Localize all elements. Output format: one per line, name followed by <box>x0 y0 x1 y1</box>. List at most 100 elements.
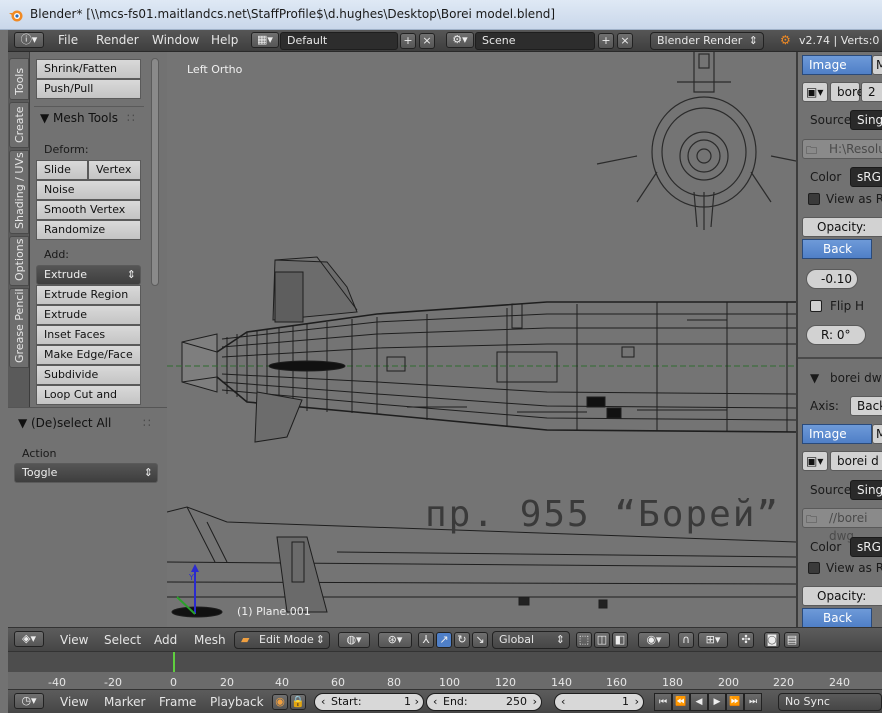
noise-button[interactable]: Noise <box>36 180 141 200</box>
extrude-individual-button[interactable]: Extrude Individual <box>36 305 141 339</box>
edge-select-icon[interactable]: ◫ <box>594 632 610 648</box>
source-dropdown-2[interactable]: Singl <box>850 480 882 500</box>
menu-help[interactable]: Help <box>211 33 238 47</box>
movie-tab-button-2[interactable]: M <box>872 424 882 444</box>
menu-select[interactable]: Select <box>104 633 141 647</box>
panel-drag-icon[interactable]: ∷ <box>143 416 151 430</box>
tab-shading-uvs[interactable]: Shading / UVs <box>9 150 29 234</box>
color-space-dropdown[interactable]: sRGB <box>850 167 882 187</box>
prev-keyframe-icon[interactable]: ⏪ <box>672 693 690 711</box>
randomize-button[interactable]: Randomize <box>36 220 141 240</box>
delete-screen-icon[interactable]: × <box>419 33 435 49</box>
translate-manipulator-icon[interactable]: ↗ <box>436 632 452 648</box>
menu-window[interactable]: Window <box>152 33 199 47</box>
next-keyframe-icon[interactable]: ⏩ <box>726 693 744 711</box>
image2-panel-name[interactable]: borei dwg.j <box>830 371 882 385</box>
toolshelf-scrollbar[interactable] <box>151 58 159 286</box>
back-button-2[interactable]: Back <box>802 608 872 627</box>
mesh-tools-triangle-icon[interactable]: ▼ <box>40 111 49 125</box>
render-still-icon[interactable]: ◙ <box>764 632 780 648</box>
start-frame-field[interactable]: ‹ Start: 1 › <box>314 693 424 711</box>
menu-mesh[interactable]: Mesh <box>194 633 226 647</box>
color-space-dropdown-2[interactable]: sRGB <box>850 537 882 557</box>
image-tab-button-2[interactable]: Image <box>802 424 872 444</box>
slide-vertex-button[interactable]: Vertex <box>88 160 141 180</box>
extrude-region-button[interactable]: Extrude Region <box>36 285 141 305</box>
operator-triangle-icon[interactable]: ▼ <box>18 416 27 430</box>
current-frame-marker[interactable] <box>173 652 175 672</box>
face-select-icon[interactable]: ◧ <box>612 632 628 648</box>
image1-name-field[interactable]: bore <box>830 82 864 102</box>
timeline-menu-playback[interactable]: Playback <box>210 695 264 709</box>
play-reverse-icon[interactable]: ◀ <box>690 693 708 711</box>
movie-tab-button[interactable]: M <box>872 55 882 75</box>
menu-file[interactable]: File <box>58 33 78 47</box>
slide-edge-button[interactable]: Slide Ed <box>36 160 88 194</box>
menu-view[interactable]: View <box>60 633 88 647</box>
tab-create[interactable]: Create <box>9 102 29 148</box>
lock-icon[interactable]: 🔒 <box>290 694 306 710</box>
axis-dropdown[interactable]: Back <box>850 396 882 416</box>
delete-scene-icon[interactable]: × <box>617 33 633 49</box>
add-scene-icon[interactable]: + <box>598 33 614 49</box>
view-as-render-checkbox[interactable] <box>808 193 820 205</box>
folder-icon[interactable]: 🗀 <box>806 142 817 161</box>
orientation-dropdown[interactable]: Global ⇕ <box>492 631 570 649</box>
flip-h-checkbox[interactable] <box>810 300 822 312</box>
mesh-tools-title[interactable]: Mesh Tools <box>53 111 118 125</box>
back-button[interactable]: Back <box>802 239 872 259</box>
inset-faces-button[interactable]: Inset Faces <box>36 325 141 345</box>
tab-options[interactable]: Options <box>9 236 29 286</box>
sync-dropdown[interactable]: No Sync <box>778 693 882 711</box>
tab-grease-pencil[interactable]: Grease Pencil <box>9 288 29 368</box>
smooth-vertex-button[interactable]: Smooth Vertex <box>36 200 141 220</box>
timeline[interactable]: -40 -20 0 20 40 60 80 100 120 140 160 18… <box>8 651 882 690</box>
extrude-dropdown[interactable]: Extrude ⇕ <box>36 265 141 285</box>
record-keyframe-icon[interactable]: ◉ <box>272 694 288 710</box>
current-frame-field[interactable]: ‹ 1 › <box>554 693 644 711</box>
offset-x-field[interactable]: -0.10 <box>806 269 858 289</box>
image2-expand-triangle-icon[interactable]: ▼ <box>810 371 819 385</box>
transform-manip-icon[interactable]: ✣ <box>738 632 754 648</box>
proportional-edit-icon[interactable]: ◉▾ <box>638 632 670 648</box>
rotate-manipulator-icon[interactable]: ↻ <box>454 632 470 648</box>
operator-title[interactable]: (De)select All <box>31 416 111 430</box>
source-dropdown[interactable]: Singl <box>850 110 882 130</box>
mode-dropdown[interactable]: Edit Mode ▰ ⇕ <box>234 631 330 649</box>
play-icon[interactable]: ▶ <box>708 693 726 711</box>
scene-field[interactable]: Scene <box>475 32 595 50</box>
screen-layout-field[interactable]: Default <box>280 32 398 50</box>
screen-layout-icon[interactable]: ▦▾ <box>251 32 279 48</box>
image2-name-field[interactable]: borei d <box>830 451 882 471</box>
end-frame-field[interactable]: ‹ End: 250 › <box>426 693 542 711</box>
opacity-slider-2[interactable]: Opacity: <box>802 586 882 606</box>
editor-type-timeline-icon[interactable]: ◷▾ <box>14 693 44 709</box>
subdivide-button[interactable]: Subdivide <box>36 365 141 385</box>
action-dropdown[interactable]: Toggle ⇕ <box>14 463 158 483</box>
timeline-menu-view[interactable]: View <box>60 695 88 709</box>
folder-icon-2[interactable]: 🗀 <box>806 511 817 530</box>
rotation-field[interactable]: R: 0° <box>806 325 866 345</box>
image-browse-icon[interactable]: ▣▾ <box>802 82 828 102</box>
timeline-track[interactable] <box>8 652 882 672</box>
menu-add[interactable]: Add <box>154 633 177 647</box>
render-anim-icon[interactable]: ▤ <box>784 632 800 648</box>
manipulator-toggle-icon[interactable]: ⅄ <box>418 632 434 648</box>
jump-end-icon[interactable]: ⏭ <box>744 693 762 711</box>
scene-icon[interactable]: ⚙▾ <box>446 32 474 48</box>
make-edge-face-button[interactable]: Make Edge/Face <box>36 345 141 365</box>
jump-start-icon[interactable]: ⏮ <box>654 693 672 711</box>
snap-toggle-icon[interactable]: ∩ <box>678 632 694 648</box>
shrink-fatten-button[interactable]: Shrink/Fatten <box>36 59 141 79</box>
timeline-menu-frame[interactable]: Frame <box>159 695 196 709</box>
panel-drag-icon[interactable]: ∷ <box>127 111 135 125</box>
image-browse-icon-2[interactable]: ▣▾ <box>802 451 828 471</box>
image1-users-count[interactable]: 2 <box>861 82 882 102</box>
editor-type-3d-icon[interactable]: ◈▾ <box>14 631 44 647</box>
viewport-shading-icon[interactable]: ◍▾ <box>338 632 370 648</box>
3d-viewport[interactable]: Y Left Ortho пр. 955 “Борей” (1) Plane.0… <box>167 52 796 627</box>
tab-tools[interactable]: Tools <box>9 58 29 100</box>
loop-cut-slide-button[interactable]: Loop Cut and Slide <box>36 385 141 419</box>
add-screen-icon[interactable]: + <box>400 33 416 49</box>
timeline-menu-marker[interactable]: Marker <box>104 695 145 709</box>
